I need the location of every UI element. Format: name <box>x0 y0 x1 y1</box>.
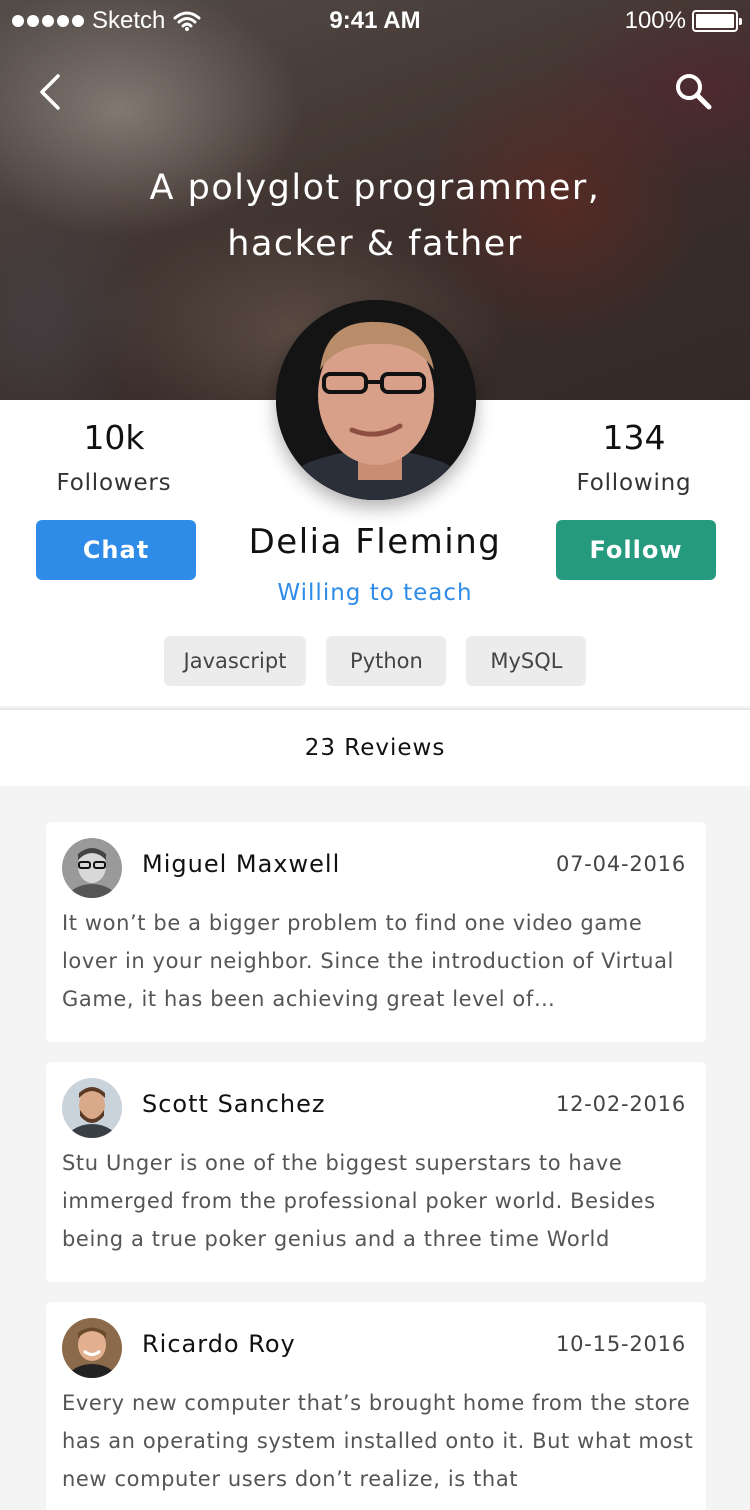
followers-label: Followers <box>56 470 172 496</box>
review-text: It won’t be a bigger problem to find one… <box>62 911 674 1011</box>
review-date: 12-02-2016 <box>555 1092 686 1116</box>
reviewer-photo <box>62 1078 122 1138</box>
following-stat[interactable]: 134 Following <box>544 418 724 496</box>
avatar-portrait <box>276 300 476 500</box>
profile-subtitle: Willing to teach <box>277 580 473 606</box>
profile-tagline: A polyglot programmer, hacker & father <box>0 160 750 272</box>
reviewer-name: Ricardo Roy <box>142 1330 296 1358</box>
review-card[interactable]: Ricardo Roy 10-15-2016 Every new compute… <box>46 1302 706 1510</box>
skill-tag[interactable]: Python <box>326 636 447 686</box>
battery-group: 100% <box>624 7 742 35</box>
reviews-count-header[interactable]: 23 Reviews <box>0 708 750 786</box>
following-count: 134 <box>602 418 666 457</box>
skill-tags: Javascript Python MySQL <box>0 636 750 686</box>
review-text: Every new computer that’s brought home f… <box>62 1391 694 1491</box>
review-card[interactable]: Scott Sanchez 12-02-2016 Stu Unger is on… <box>46 1062 706 1282</box>
reviewer-name: Miguel Maxwell <box>142 850 341 878</box>
review-date: 07-04-2016 <box>555 852 686 876</box>
reviewer-avatar <box>62 1318 122 1378</box>
battery-icon <box>692 10 742 32</box>
tagline-line-1: A polyglot programmer, <box>149 168 601 208</box>
battery-level <box>696 14 734 28</box>
follow-button[interactable]: Follow <box>556 520 716 580</box>
review-date: 10-15-2016 <box>555 1332 686 1356</box>
profile-name: Delia Fleming <box>248 522 502 562</box>
battery-percent: 100% <box>624 7 686 34</box>
reviewer-photo <box>62 1318 122 1378</box>
followers-stat[interactable]: 10k Followers <box>24 418 204 496</box>
back-button[interactable] <box>30 70 70 114</box>
tagline-line-2: hacker & father <box>227 224 523 264</box>
reviewer-avatar <box>62 1078 122 1138</box>
following-label: Following <box>576 470 692 496</box>
reviewer-photo <box>62 838 122 898</box>
reviewer-avatar <box>62 838 122 898</box>
status-bar: Sketch 9:41 AM 100% <box>0 0 750 40</box>
avatar[interactable] <box>276 300 476 500</box>
followers-count: 10k <box>83 418 145 457</box>
search-button[interactable] <box>672 70 716 114</box>
review-card[interactable]: Miguel Maxwell 07-04-2016 It won’t be a … <box>46 822 706 1042</box>
reviewer-name: Scott Sanchez <box>142 1090 326 1118</box>
skill-tag[interactable]: Javascript <box>163 636 307 686</box>
chat-button[interactable]: Chat <box>36 520 196 580</box>
search-icon <box>676 74 712 110</box>
review-text: Stu Unger is one of the biggest supersta… <box>62 1151 656 1251</box>
chevron-left-icon <box>40 74 60 110</box>
skill-tag[interactable]: MySQL <box>466 636 587 686</box>
